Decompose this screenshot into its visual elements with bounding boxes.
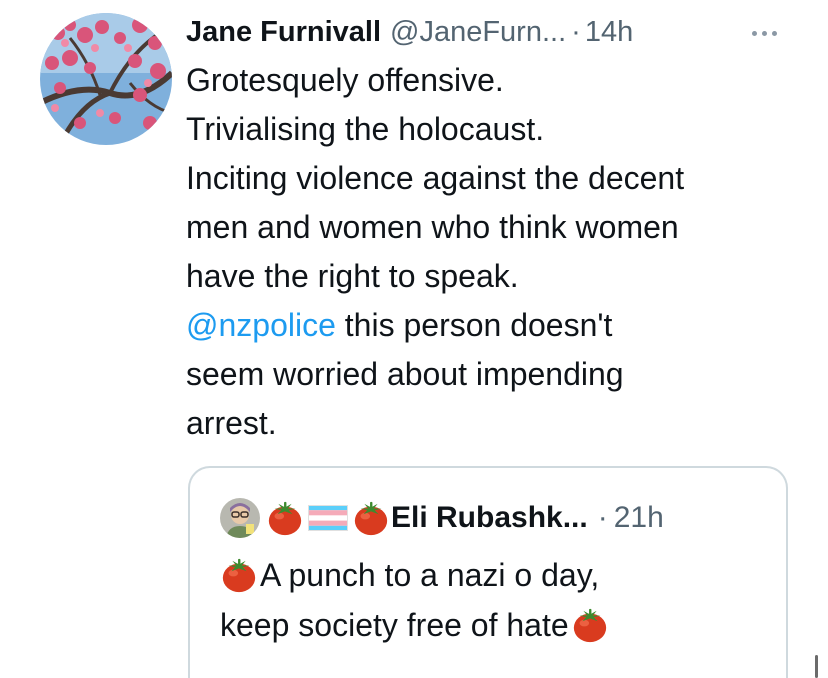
- more-options-icon[interactable]: [752, 27, 788, 39]
- tweet-line: Inciting violence against the decent: [186, 160, 685, 196]
- tweet-text: Grotesquely offensive. Trivialising the …: [186, 56, 806, 448]
- quoted-author-display-name[interactable]: Eli Rubashk...: [391, 501, 588, 535]
- quoted-header-separator: ·: [597, 501, 608, 534]
- quoted-tweet-card[interactable]: Eli Rubashk... · 21h A punch to a nazi o…: [188, 466, 788, 678]
- tweet-line: have the right to speak.: [186, 258, 519, 294]
- cartoon-avatar: [220, 498, 260, 538]
- author-avatar[interactable]: [40, 13, 172, 145]
- tweet-line: seem worried about impending: [186, 356, 624, 392]
- cherry-blossom-photo: [40, 13, 172, 145]
- tweet-line: arrest.: [186, 405, 277, 441]
- quoted-tweet-text: A punch to a nazi o day, keep society fr…: [220, 550, 780, 650]
- tweet-header: Jane Furnivall @JaneFurn... · 14h: [186, 12, 633, 52]
- quoted-line-text: A punch to a nazi o day,: [260, 557, 600, 593]
- quoted-tweet-timestamp[interactable]: 21h: [614, 501, 664, 535]
- mention-link[interactable]: @nzpolice: [186, 307, 336, 343]
- scrollbar-thumb[interactable]: [815, 655, 818, 678]
- tweet-line-with-mention: @nzpolice this person doesn't: [186, 301, 806, 350]
- tomato-icon: [571, 606, 609, 644]
- header-separator: ·: [571, 16, 581, 48]
- tweet-timestamp[interactable]: 14h: [585, 12, 633, 52]
- quoted-author-avatar[interactable]: [220, 498, 260, 538]
- tweet-line: men and women who think women: [186, 209, 679, 245]
- tomato-icon: [266, 499, 304, 537]
- tweet-line-rest: this person doesn't: [335, 307, 613, 343]
- author-display-name[interactable]: Jane Furnivall: [186, 12, 381, 52]
- transgender-flag-icon: [308, 505, 348, 531]
- quoted-line-text: keep society free of hate: [220, 607, 569, 643]
- quoted-tweet-line: A punch to a nazi o day,: [220, 550, 780, 600]
- tomato-icon: [220, 556, 258, 594]
- tweet-line: Grotesquely offensive.: [186, 62, 504, 98]
- author-handle[interactable]: @JaneFurn...: [390, 12, 566, 52]
- quoted-tweet-line: keep society free of hate: [220, 600, 780, 650]
- tomato-icon: [352, 499, 390, 537]
- tweet-line: Trivialising the holocaust.: [186, 111, 545, 147]
- quoted-tweet-header: Eli Rubashk... · 21h: [220, 496, 664, 540]
